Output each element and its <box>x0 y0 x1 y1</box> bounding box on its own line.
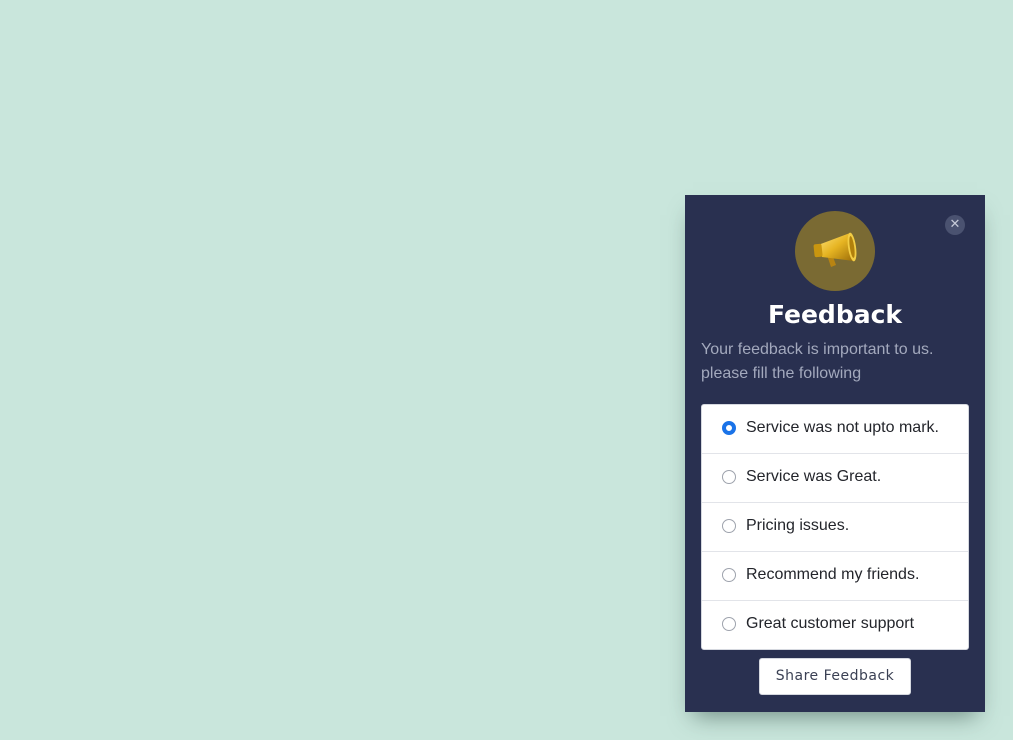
radio-button[interactable] <box>722 470 736 484</box>
option-pricing-issues[interactable]: Pricing issues. <box>702 502 968 551</box>
option-label: Recommend my friends. <box>746 566 920 583</box>
panel-subtitle: Your feedback is important to us. please… <box>701 341 934 382</box>
radio-button[interactable] <box>722 421 736 435</box>
option-label: Great customer support <box>746 615 915 632</box>
radio-button[interactable] <box>722 568 736 582</box>
option-recommend-friends[interactable]: Recommend my friends. <box>702 551 968 600</box>
option-service-not-upto-mark[interactable]: Service was not upto mark. <box>702 405 968 453</box>
panel-title: Feedback <box>767 300 903 329</box>
option-service-great[interactable]: Service was Great. <box>702 453 968 502</box>
feedback-panel: ✕ Feedback Your feedback is important to… <box>685 195 985 712</box>
option-label: Pricing issues. <box>746 517 850 534</box>
close-button[interactable]: ✕ <box>945 215 965 235</box>
close-icon: ✕ <box>949 217 961 232</box>
radio-button[interactable] <box>722 519 736 533</box>
share-feedback-button[interactable]: Share Feedback <box>759 658 911 695</box>
option-label: Service was Great. <box>746 468 882 485</box>
radio-button[interactable] <box>722 617 736 631</box>
avatar <box>795 211 875 291</box>
option-great-customer-support[interactable]: Great customer support <box>702 600 968 649</box>
feedback-options-list: Service was not upto mark. Service was G… <box>701 404 969 650</box>
megaphone-icon <box>813 232 857 267</box>
option-label: Service was not upto mark. <box>746 419 939 436</box>
